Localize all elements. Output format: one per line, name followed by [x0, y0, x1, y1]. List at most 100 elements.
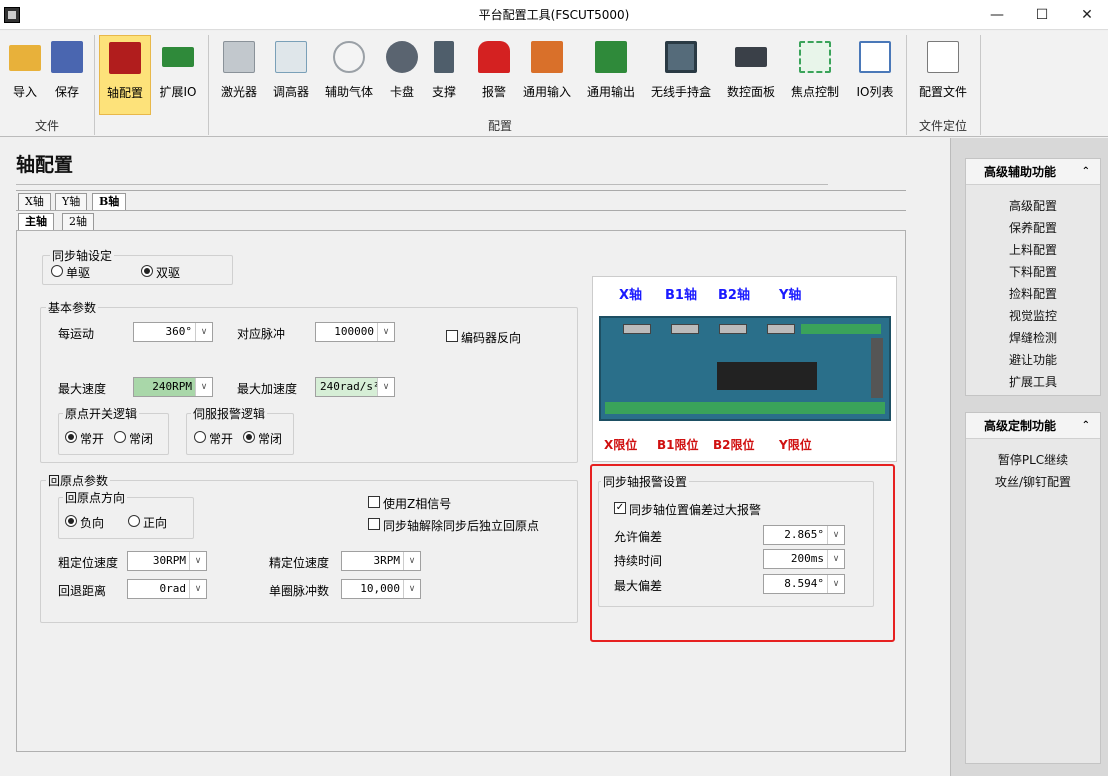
board-label-x-axis: X轴: [619, 288, 643, 303]
direction-positive-label: 正向: [143, 516, 168, 530]
input-terminal-icon: [531, 41, 563, 73]
pulses-per-turn-label: 单圈脉冲数: [269, 584, 330, 598]
encoder-reverse-checkbox[interactable]: [446, 330, 458, 342]
save-button[interactable]: 保存: [46, 35, 88, 115]
back-distance-combo[interactable]: 0rad ∨: [127, 579, 207, 599]
tab-strip-line: [16, 210, 906, 211]
tab-y-axis[interactable]: Y轴: [55, 193, 88, 210]
origin-normally-open-radio[interactable]: [65, 431, 77, 443]
allow-deviation-combo[interactable]: 2.865° ∨: [763, 525, 845, 545]
servo-logic-title: 伺服报警逻辑: [191, 405, 268, 422]
circuit-board-icon: [162, 47, 194, 67]
laser-button[interactable]: 激光器: [216, 35, 262, 115]
per-motion-combo[interactable]: 360° ∨: [133, 322, 213, 342]
chuck-icon: [386, 41, 418, 73]
general-input-button[interactable]: 通用输入: [518, 35, 576, 115]
fine-speed-combo[interactable]: 3RPM ∨: [341, 551, 421, 571]
menu-loading-config[interactable]: 上料配置: [966, 241, 1100, 258]
menu-picking-config[interactable]: 捡料配置: [966, 285, 1100, 302]
maximize-button[interactable]: ☐: [1019, 0, 1065, 30]
wireless-handheld-button[interactable]: 无线手持盒: [646, 35, 716, 115]
use-z-label: 使用Z相信号: [383, 497, 452, 511]
tab-axis-2[interactable]: 2轴: [62, 213, 94, 230]
support-button[interactable]: 支撑: [424, 35, 464, 115]
terminal-block: [605, 402, 885, 414]
height-controller-button[interactable]: 调高器: [268, 35, 314, 115]
use-z-checkbox[interactable]: [368, 496, 380, 508]
alarm-enable-checkbox[interactable]: ✓: [614, 502, 626, 514]
max-accel-combo[interactable]: 240rad/s² ∨: [315, 377, 395, 397]
menu-advanced-config[interactable]: 高级配置: [966, 197, 1100, 214]
support-icon: [434, 41, 454, 73]
connector: [767, 324, 795, 334]
chevron-down-icon: ∨: [403, 580, 420, 598]
alarm-button[interactable]: 报警: [474, 35, 514, 115]
coarse-speed-combo[interactable]: 30RPM ∨: [127, 551, 207, 571]
group-label-file-locate: 文件定位: [918, 119, 967, 133]
direction-negative-radio[interactable]: [65, 515, 77, 527]
focus-control-button[interactable]: 焦点控制: [786, 35, 844, 115]
origin-normally-closed-radio[interactable]: [114, 431, 126, 443]
back-distance-label: 回退距离: [58, 584, 107, 598]
pressure-gauge-icon: [333, 41, 365, 73]
collapse-chevron-icon[interactable]: ⌃: [1082, 159, 1090, 185]
axis-config-button[interactable]: 轴配置: [99, 35, 151, 115]
coarse-speed-label: 粗定位速度: [58, 556, 119, 570]
chuck-button[interactable]: 卡盘: [382, 35, 422, 115]
board-label-y-axis: Y轴: [779, 288, 802, 303]
board-label-b2-axis: B2轴: [718, 288, 750, 303]
advanced-custom-header[interactable]: 高级定制功能 ⌃: [966, 413, 1100, 439]
extend-io-button[interactable]: 扩展IO: [154, 35, 202, 115]
chevron-down-icon: ∨: [403, 552, 420, 570]
direction-positive-radio[interactable]: [128, 515, 140, 527]
config-file-button[interactable]: 配置文件: [914, 35, 972, 115]
page-title: 轴配置: [16, 154, 74, 176]
side-connector: [871, 338, 883, 398]
single-drive-radio[interactable]: [51, 265, 63, 277]
tab-b-axis[interactable]: B轴: [92, 193, 127, 210]
max-deviation-combo[interactable]: 8.594° ∨: [763, 574, 845, 594]
servo-normally-closed-radio[interactable]: [243, 431, 255, 443]
direction-negative-label: 负向: [80, 516, 105, 530]
sync-release-label: 同步轴解除同步后独立回原点: [383, 519, 540, 533]
cnc-panel-button[interactable]: 数控面板: [722, 35, 780, 115]
aux-gas-button[interactable]: 辅助气体: [320, 35, 378, 115]
advanced-aux-header[interactable]: 高级辅助功能 ⌃: [966, 159, 1100, 185]
general-output-button[interactable]: 通用输出: [582, 35, 640, 115]
chevron-down-icon: ∨: [827, 550, 844, 568]
tab-main-axis[interactable]: 主轴: [18, 213, 54, 230]
pulse-combo[interactable]: 100000 ∨: [315, 322, 395, 342]
menu-extend-tools[interactable]: 扩展工具: [966, 373, 1100, 390]
tab-strip-line: [16, 190, 906, 191]
dual-drive-radio[interactable]: [141, 265, 153, 277]
tab-x-axis[interactable]: X轴: [18, 193, 51, 210]
height-controller-icon: [275, 41, 307, 73]
io-list-button[interactable]: IO列表: [850, 35, 900, 115]
pulses-per-turn-combo[interactable]: 10,000 ∨: [341, 579, 421, 599]
laser-icon: [223, 41, 255, 73]
close-button[interactable]: ✕: [1064, 0, 1108, 30]
chevron-down-icon: ∨: [195, 378, 212, 396]
duration-label: 持续时间: [614, 554, 663, 568]
menu-avoidance[interactable]: 避让功能: [966, 351, 1100, 368]
chevron-down-icon: ∨: [377, 378, 394, 396]
collapse-chevron-icon[interactable]: ⌃: [1082, 413, 1090, 439]
cnc-panel-icon: [735, 47, 767, 67]
import-button[interactable]: 导入: [4, 35, 46, 115]
minimize-button[interactable]: —: [974, 0, 1020, 30]
menu-vision-monitor[interactable]: 视觉监控: [966, 307, 1100, 324]
duration-value: 200ms: [790, 552, 824, 565]
servo-normally-open-radio[interactable]: [194, 431, 206, 443]
menu-maintenance-config[interactable]: 保养配置: [966, 219, 1100, 236]
save-disk-icon: [51, 41, 83, 73]
menu-weld-detection[interactable]: 焊缝检测: [966, 329, 1100, 346]
menu-tapping-riveting[interactable]: 攻丝/铆钉配置: [966, 473, 1100, 490]
duration-combo[interactable]: 200ms ∨: [763, 549, 845, 569]
advanced-custom-card: 高级定制功能 ⌃ 暂停PLC继续 攻丝/铆钉配置: [965, 412, 1101, 764]
encoder-reverse-label: 编码器反向: [461, 331, 522, 345]
sync-release-checkbox[interactable]: [368, 518, 380, 530]
max-speed-combo[interactable]: 240RPM ∨: [133, 377, 213, 397]
title-divider: [16, 184, 828, 185]
menu-unloading-config[interactable]: 下料配置: [966, 263, 1100, 280]
menu-pause-plc-continue[interactable]: 暂停PLC继续: [966, 451, 1100, 468]
